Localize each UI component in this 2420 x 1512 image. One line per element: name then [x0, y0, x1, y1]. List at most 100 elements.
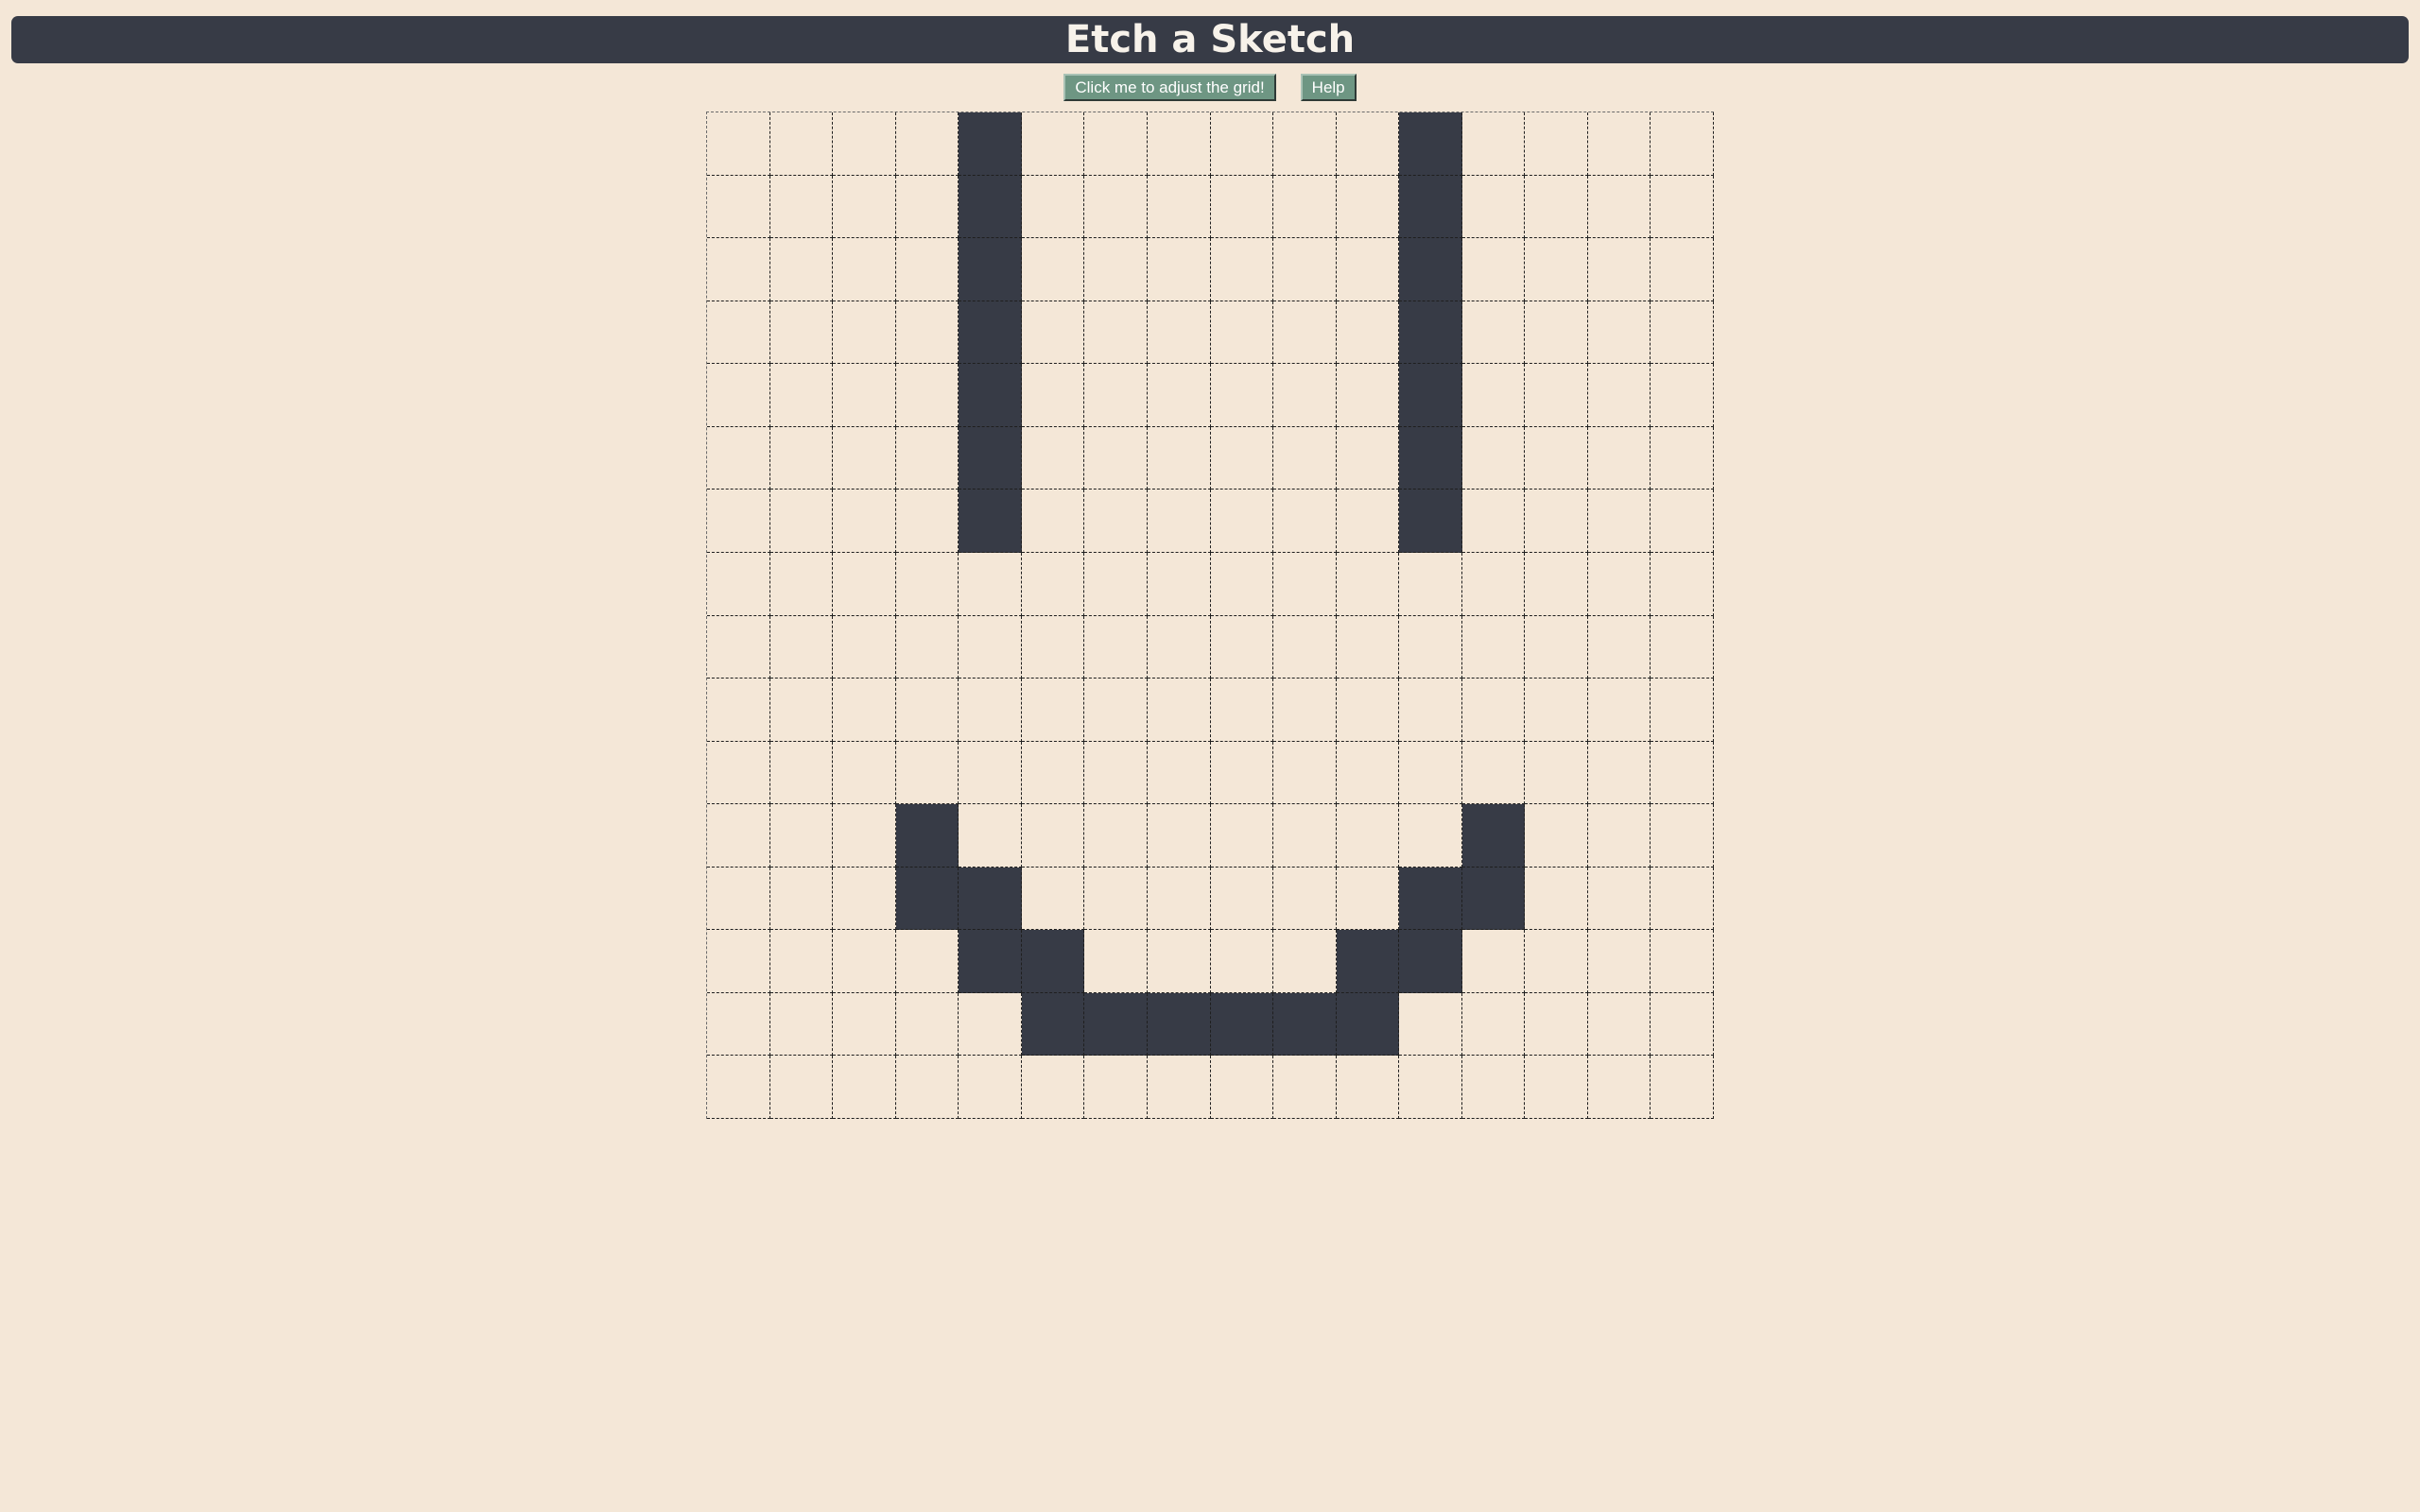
grid-cell[interactable] — [1651, 804, 1714, 868]
grid-cell[interactable] — [1651, 301, 1714, 365]
grid-cell[interactable] — [1587, 679, 1651, 742]
grid-cell[interactable] — [1084, 552, 1148, 616]
grid-cell[interactable] — [1399, 804, 1462, 868]
grid-cell[interactable] — [707, 301, 770, 365]
grid-cell[interactable] — [1651, 867, 1714, 931]
grid-cell[interactable] — [1084, 112, 1148, 176]
grid-cell[interactable] — [1084, 364, 1148, 427]
grid-cell[interactable] — [769, 301, 834, 365]
grid-cell[interactable] — [1587, 992, 1651, 1057]
adjust-grid-button[interactable]: Click me to adjust the grid! — [1063, 73, 1276, 101]
grid-cell[interactable] — [1210, 741, 1274, 805]
grid-cell[interactable] — [1021, 175, 1085, 239]
grid-cell[interactable] — [769, 804, 834, 868]
grid-cell[interactable] — [1084, 615, 1148, 679]
grid-cell[interactable] — [1273, 741, 1337, 805]
grid-cell[interactable] — [959, 301, 1022, 365]
grid-cell[interactable] — [895, 490, 959, 553]
grid-cell[interactable] — [769, 112, 834, 176]
grid-cell[interactable] — [895, 238, 959, 301]
grid-cell[interactable] — [1273, 867, 1337, 931]
grid-cell[interactable] — [1147, 490, 1211, 553]
grid-cell[interactable] — [1336, 741, 1400, 805]
grid-cell[interactable] — [1461, 679, 1526, 742]
grid-cell[interactable] — [707, 238, 770, 301]
grid-cell[interactable] — [1399, 679, 1462, 742]
grid-cell[interactable] — [1461, 426, 1526, 490]
grid-cell[interactable] — [1021, 1056, 1085, 1119]
grid-cell[interactable] — [1021, 238, 1085, 301]
grid-cell[interactable] — [1084, 741, 1148, 805]
grid-cell[interactable] — [1651, 238, 1714, 301]
grid-cell[interactable] — [959, 175, 1022, 239]
grid-cell[interactable] — [833, 301, 896, 365]
grid-cell[interactable] — [1587, 804, 1651, 868]
grid-cell[interactable] — [1021, 867, 1085, 931]
grid-cell[interactable] — [1461, 867, 1526, 931]
grid-cell[interactable] — [1147, 238, 1211, 301]
grid-cell[interactable] — [769, 992, 834, 1057]
grid-cell[interactable] — [1399, 490, 1462, 553]
grid-cell[interactable] — [1525, 552, 1588, 616]
grid-cell[interactable] — [1525, 238, 1588, 301]
grid-cell[interactable] — [707, 930, 770, 993]
grid-cell[interactable] — [833, 992, 896, 1057]
grid-cell[interactable] — [1084, 930, 1148, 993]
grid-cell[interactable] — [1587, 426, 1651, 490]
grid-cell[interactable] — [833, 238, 896, 301]
grid-cell[interactable] — [959, 615, 1022, 679]
grid-cell[interactable] — [1525, 615, 1588, 679]
grid-cell[interactable] — [1399, 741, 1462, 805]
grid-cell[interactable] — [1399, 552, 1462, 616]
grid-cell[interactable] — [1525, 741, 1588, 805]
grid-cell[interactable] — [833, 867, 896, 931]
grid-cell[interactable] — [1336, 615, 1400, 679]
grid-cell[interactable] — [1525, 1056, 1588, 1119]
grid-cell[interactable] — [833, 364, 896, 427]
grid-cell[interactable] — [959, 364, 1022, 427]
grid-cell[interactable] — [1210, 679, 1274, 742]
sketch-grid[interactable] — [706, 112, 1714, 1119]
grid-cell[interactable] — [707, 490, 770, 553]
grid-cell[interactable] — [1084, 1056, 1148, 1119]
grid-cell[interactable] — [1461, 364, 1526, 427]
grid-cell[interactable] — [1399, 175, 1462, 239]
grid-cell[interactable] — [1021, 552, 1085, 616]
grid-cell[interactable] — [769, 552, 834, 616]
grid-cell[interactable] — [707, 552, 770, 616]
grid-cell[interactable] — [1461, 1056, 1526, 1119]
grid-cell[interactable] — [1399, 238, 1462, 301]
grid-cell[interactable] — [1399, 112, 1462, 176]
grid-cell[interactable] — [769, 364, 834, 427]
grid-cell[interactable] — [1651, 741, 1714, 805]
grid-cell[interactable] — [1273, 364, 1337, 427]
grid-cell[interactable] — [895, 552, 959, 616]
grid-cell[interactable] — [1525, 426, 1588, 490]
grid-cell[interactable] — [1525, 490, 1588, 553]
grid-cell[interactable] — [833, 615, 896, 679]
grid-cell[interactable] — [1336, 1056, 1400, 1119]
grid-cell[interactable] — [959, 930, 1022, 993]
grid-cell[interactable] — [1399, 426, 1462, 490]
grid-cell[interactable] — [1336, 112, 1400, 176]
grid-cell[interactable] — [1273, 301, 1337, 365]
grid-cell[interactable] — [1525, 867, 1588, 931]
grid-cell[interactable] — [769, 1056, 834, 1119]
grid-cell[interactable] — [1210, 867, 1274, 931]
grid-cell[interactable] — [1021, 615, 1085, 679]
grid-cell[interactable] — [1210, 364, 1274, 427]
grid-cell[interactable] — [1147, 112, 1211, 176]
grid-cell[interactable] — [1587, 490, 1651, 553]
grid-cell[interactable] — [833, 741, 896, 805]
grid-cell[interactable] — [1651, 992, 1714, 1057]
grid-cell[interactable] — [1273, 615, 1337, 679]
grid-cell[interactable] — [1525, 804, 1588, 868]
grid-cell[interactable] — [1587, 1056, 1651, 1119]
grid-cell[interactable] — [1461, 238, 1526, 301]
grid-cell[interactable] — [1336, 992, 1400, 1057]
grid-cell[interactable] — [1147, 741, 1211, 805]
grid-cell[interactable] — [895, 804, 959, 868]
grid-cell[interactable] — [707, 615, 770, 679]
grid-cell[interactable] — [1084, 992, 1148, 1057]
grid-cell[interactable] — [707, 679, 770, 742]
